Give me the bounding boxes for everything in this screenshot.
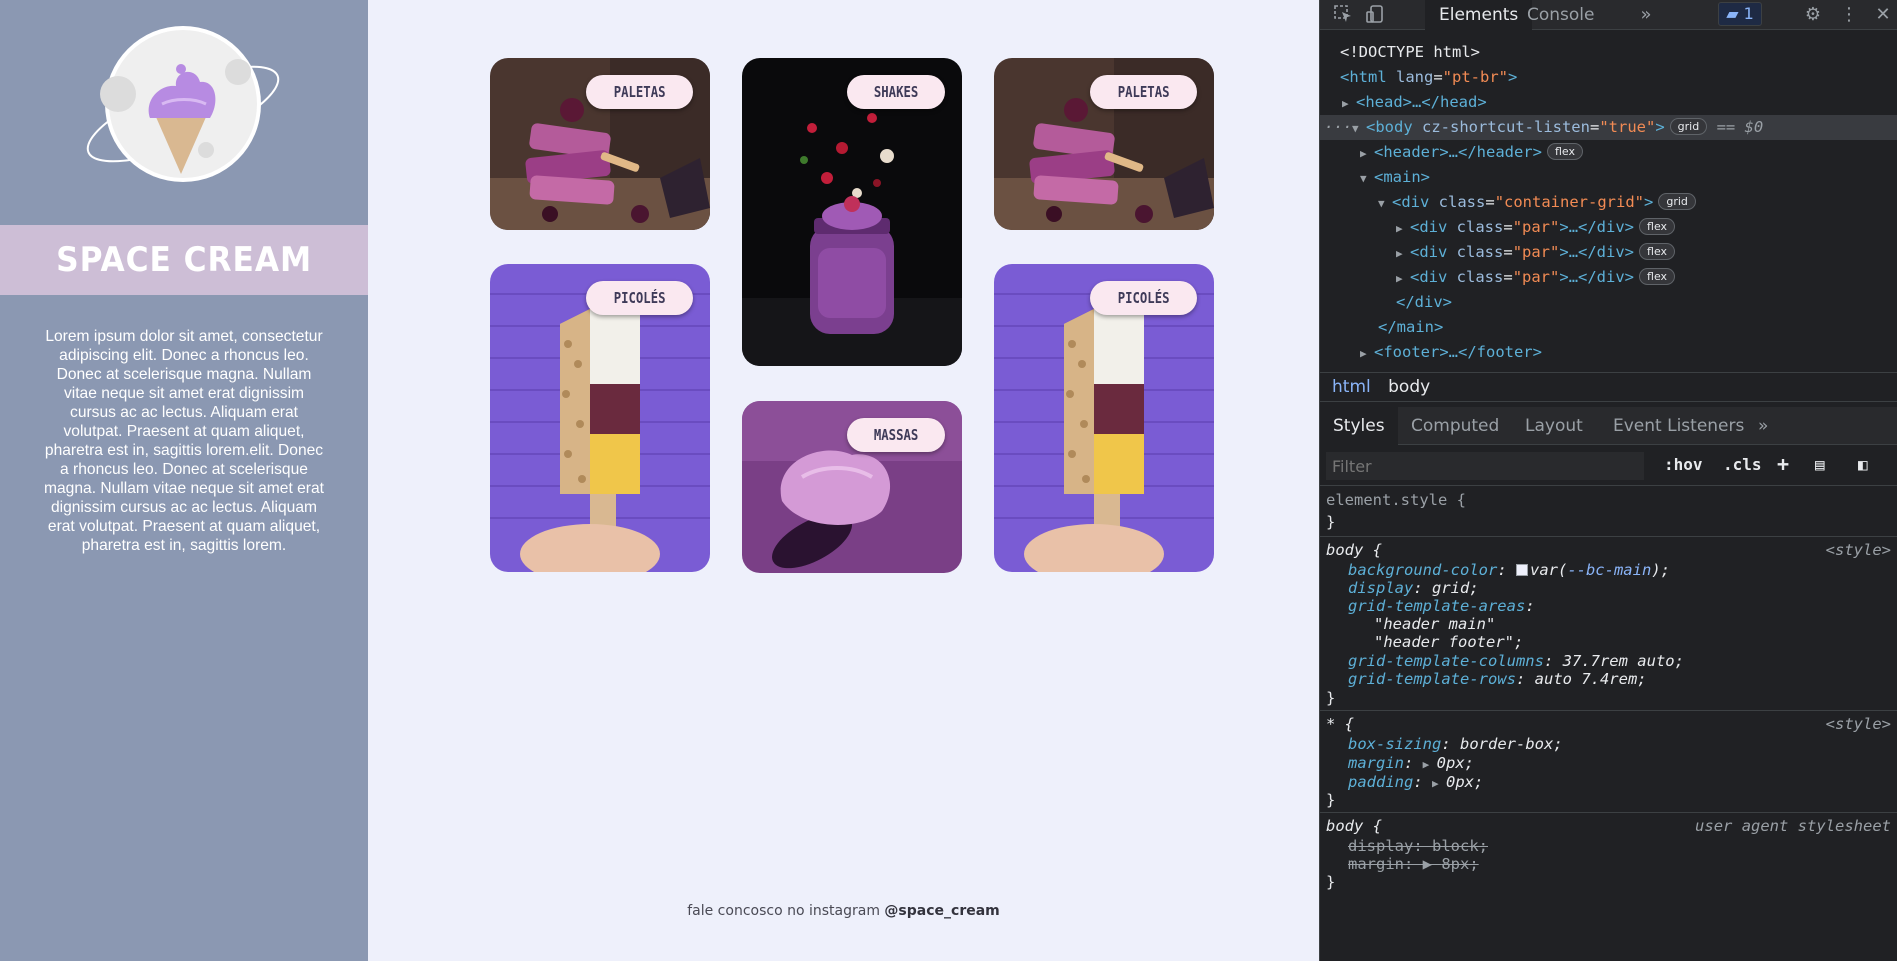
dom-node-container-grid[interactable]: ▼ <div class="container-grid"> grid — [1320, 190, 1897, 215]
ua-stylesheet-label: user agent stylesheet — [1695, 817, 1891, 835]
card-label: PALETAS — [1089, 75, 1197, 109]
more-tabs-icon[interactable]: » — [1635, 4, 1657, 26]
brand-title: SPACE CREAM — [56, 240, 312, 280]
rule-close: } — [1326, 513, 1336, 531]
class-toggle-button[interactable]: .cls — [1723, 455, 1762, 474]
dom-node-html[interactable]: <html lang="pt-br"> — [1320, 65, 1897, 90]
toggle-sidebar-icon[interactable]: ◧ — [1858, 455, 1868, 474]
site-footer: fale concosco no instagram @space_cream — [368, 903, 1319, 919]
dom-node-body[interactable]: ···▼ <body cz-shortcut-listen="true"> grid… — [1320, 115, 1897, 140]
expand-arrow-icon[interactable]: ▶ — [1396, 241, 1410, 266]
tab-styles[interactable]: Styles — [1320, 407, 1398, 445]
collapse-arrow-icon[interactable]: ▼ — [1352, 116, 1366, 141]
brand-band: SPACE CREAM — [0, 225, 368, 295]
expand-arrow-icon[interactable]: ▶ — [1396, 216, 1410, 241]
expand-arrow-icon[interactable]: ▶ — [1396, 266, 1410, 291]
dom-tree: <!DOCTYPE html> <html lang="pt-br"> ▶ <he… — [1320, 36, 1897, 369]
grid-badge[interactable]: grid — [1669, 118, 1708, 135]
main-content: PALETAS SHAKES PALETAS PICOLÉS MASSAS PI… — [368, 0, 1319, 961]
styles-filter-bar: :hov .cls + ▤ ◧ — [1320, 446, 1897, 486]
dom-node-main-close[interactable]: </main> — [1320, 315, 1897, 340]
grid-badge[interactable]: grid — [1658, 193, 1696, 210]
dom-node-doctype[interactable]: <!DOCTYPE html> — [1320, 40, 1897, 65]
close-icon[interactable]: ✕ — [1872, 4, 1894, 26]
flex-badge[interactable]: flex — [1546, 143, 1583, 160]
card-label: SHAKES — [846, 75, 945, 109]
style-source-link[interactable]: <style> — [1826, 539, 1891, 561]
dom-node-div-close[interactable]: </div> — [1320, 290, 1897, 315]
message-icon: ▰ — [1726, 4, 1739, 23]
brand-description: Lorem ipsum dolor sit amet, consectetur … — [44, 328, 324, 554]
style-source-link[interactable]: <style> — [1826, 713, 1891, 735]
devtools-panel: Elements Console » ▰ 1 ⚙ ⋮ ✕ <!DOCTYPE h… — [1319, 0, 1897, 961]
card-label: MASSAS — [846, 418, 945, 452]
card-picoles[interactable]: PICOLÉS — [490, 264, 710, 572]
rule-star-selector[interactable]: * {<style> — [1320, 713, 1897, 735]
more-options-icon[interactable]: ⋮ — [1838, 4, 1860, 26]
card-paletas[interactable]: PALETAS — [490, 58, 710, 230]
expand-arrow-icon[interactable]: ▶ — [1360, 141, 1374, 166]
tab-computed[interactable]: Computed — [1398, 407, 1512, 445]
rule-close: } — [1326, 791, 1336, 809]
collapse-arrow-icon[interactable]: ▼ — [1378, 191, 1392, 216]
flex-badge[interactable]: flex — [1639, 218, 1676, 235]
devtools-toolbar: Elements Console » ▰ 1 ⚙ ⋮ ✕ — [1320, 0, 1897, 30]
breadcrumb-body[interactable]: body — [1388, 377, 1430, 397]
logo — [78, 22, 288, 192]
rule-close: } — [1326, 873, 1336, 891]
inspect-element-icon[interactable] — [1332, 4, 1354, 26]
dom-node-head[interactable]: ▶ <head>…</head> — [1320, 90, 1897, 115]
breadcrumb-html[interactable]: html — [1332, 377, 1371, 397]
new-rule-button[interactable]: + — [1777, 452, 1789, 476]
tab-console[interactable]: Console — [1513, 0, 1609, 30]
styles-pane: element.style { } body {<style> backgrou… — [1320, 487, 1897, 961]
issues-count: 1 — [1743, 4, 1754, 23]
dom-node-par[interactable]: ▶ <div class="par">…</div> flex — [1320, 240, 1897, 265]
expand-arrow-icon[interactable]: ▶ — [1342, 91, 1356, 116]
dom-node-par[interactable]: ▶ <div class="par">…</div> flex — [1320, 265, 1897, 290]
hover-state-button[interactable]: :hov — [1664, 455, 1703, 474]
instagram-link[interactable]: @space_cream — [884, 903, 999, 919]
flex-badge[interactable]: flex — [1639, 243, 1676, 260]
rule-ua-body-selector[interactable]: body {user agent stylesheet — [1320, 815, 1897, 837]
dom-node-header[interactable]: ▶ <header>…</header> flex — [1320, 140, 1897, 165]
card-shakes[interactable]: SHAKES — [742, 58, 962, 366]
site-header: SPACE CREAM Lorem ipsum dolor sit amet, … — [0, 0, 368, 961]
flex-badge[interactable]: flex — [1639, 268, 1676, 285]
rule-element-style[interactable]: element.style { — [1320, 489, 1897, 511]
rule-close: } — [1326, 689, 1336, 707]
card-massas[interactable]: MASSAS — [742, 401, 962, 573]
expand-arrow-icon[interactable]: ▶ — [1360, 341, 1374, 366]
device-toolbar-icon[interactable] — [1364, 4, 1386, 26]
divider — [1320, 710, 1897, 711]
styles-tabbar: Styles Computed Layout Event Listeners » — [1320, 407, 1897, 445]
tab-event-listeners[interactable]: Event Listeners — [1600, 407, 1757, 445]
breadcrumb: html body — [1320, 372, 1897, 402]
more-tabs-icon[interactable]: » — [1745, 407, 1781, 445]
divider — [1320, 536, 1897, 537]
card-label: PICOLÉS — [585, 281, 693, 315]
issues-badge[interactable]: ▰ 1 — [1718, 2, 1762, 26]
color-swatch[interactable] — [1515, 564, 1528, 576]
card-label: PICOLÉS — [1089, 281, 1197, 315]
dom-node-par[interactable]: ▶ <div class="par">…</div> flex — [1320, 215, 1897, 240]
filter-input[interactable] — [1326, 452, 1644, 480]
card-paletas-2[interactable]: PALETAS — [994, 58, 1214, 230]
dom-node-footer[interactable]: ▶ <footer>…</footer> — [1320, 340, 1897, 365]
settings-gear-icon[interactable]: ⚙ — [1802, 4, 1824, 26]
dom-node-main[interactable]: ▼ <main> — [1320, 165, 1897, 190]
tab-layout[interactable]: Layout — [1512, 407, 1596, 445]
card-picoles-2[interactable]: PICOLÉS — [994, 264, 1214, 572]
card-label: PALETAS — [585, 75, 693, 109]
footer-text: fale concosco no instagram — [687, 903, 885, 919]
paint-brush-icon[interactable]: ▤ — [1815, 455, 1825, 474]
rule-body-selector[interactable]: body {<style> — [1320, 539, 1897, 561]
collapse-arrow-icon[interactable]: ▼ — [1360, 166, 1374, 191]
divider — [1320, 812, 1897, 813]
